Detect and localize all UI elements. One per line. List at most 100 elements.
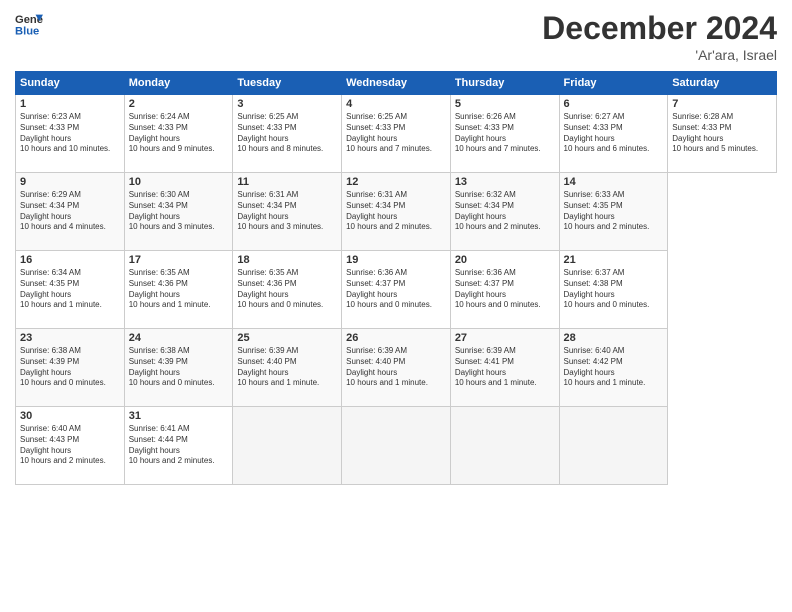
day-cell-18: 18 Sunrise: 6:35 AMSunset: 4:36 PMDayligh… — [233, 251, 342, 329]
day-number: 28 — [564, 332, 664, 344]
col-header-monday: Monday — [124, 72, 233, 95]
day-info: Sunrise: 6:37 AMSunset: 4:38 PMDaylight … — [564, 268, 664, 311]
empty-cell — [450, 407, 559, 485]
col-header-sunday: Sunday — [16, 72, 125, 95]
day-info: Sunrise: 6:29 AMSunset: 4:34 PMDaylight … — [20, 190, 120, 233]
day-info: Sunrise: 6:25 AMSunset: 4:33 PMDaylight … — [346, 112, 446, 155]
day-info: Sunrise: 6:39 AMSunset: 4:40 PMDaylight … — [237, 346, 337, 389]
col-header-thursday: Thursday — [450, 72, 559, 95]
day-info: Sunrise: 6:28 AMSunset: 4:33 PMDaylight … — [672, 112, 772, 155]
col-header-saturday: Saturday — [668, 72, 777, 95]
day-cell-10: 10 Sunrise: 6:30 AMSunset: 4:34 PMDayligh… — [124, 173, 233, 251]
day-cell-25: 25 Sunrise: 6:39 AMSunset: 4:40 PMDayligh… — [233, 329, 342, 407]
day-cell-11: 11 Sunrise: 6:31 AMSunset: 4:34 PMDayligh… — [233, 173, 342, 251]
day-number: 16 — [20, 254, 120, 266]
col-header-friday: Friday — [559, 72, 668, 95]
day-number: 3 — [237, 98, 337, 110]
day-cell-12: 12Sunrise: 6:31 AMSunset: 4:34 PMDayligh… — [342, 173, 451, 251]
day-number: 17 — [129, 254, 229, 266]
day-cell-19: 19Sunrise: 6:36 AMSunset: 4:37 PMDayligh… — [342, 251, 451, 329]
page: General Blue December 2024 'Ar'ara, Isra… — [0, 0, 792, 612]
logo-icon: General Blue — [15, 10, 43, 38]
col-header-wednesday: Wednesday — [342, 72, 451, 95]
day-cell-21: 21 Sunrise: 6:37 AMSunset: 4:38 PMDayligh… — [559, 251, 668, 329]
week-row-5: 30 Sunrise: 6:40 AMSunset: 4:43 PMDayligh… — [16, 407, 777, 485]
day-number: 21 — [564, 254, 664, 266]
empty-cell — [233, 407, 342, 485]
day-info: Sunrise: 6:35 AMSunset: 4:36 PMDaylight … — [237, 268, 337, 311]
day-cell-1: 1 Sunrise: 6:23 AMSunset: 4:33 PMDaylight… — [16, 95, 125, 173]
day-info: Sunrise: 6:40 AMSunset: 4:42 PMDaylight … — [564, 346, 664, 389]
day-info: Sunrise: 6:34 AMSunset: 4:35 PMDaylight … — [20, 268, 120, 311]
day-cell-24: 24 Sunrise: 6:38 AMSunset: 4:39 PMDayligh… — [124, 329, 233, 407]
day-number: 1 — [20, 98, 120, 110]
day-info: Sunrise: 6:32 AMSunset: 4:34 PMDaylight … — [455, 190, 555, 233]
week-row-2: 9 Sunrise: 6:29 AMSunset: 4:34 PMDaylight… — [16, 173, 777, 251]
empty-cell — [559, 407, 668, 485]
month-title: December 2024 — [542, 10, 777, 47]
day-cell-13: 13 Sunrise: 6:32 AMSunset: 4:34 PMDayligh… — [450, 173, 559, 251]
day-info: Sunrise: 6:39 AMSunset: 4:41 PMDaylight … — [455, 346, 555, 389]
day-cell-17: 17Sunrise: 6:35 AMSunset: 4:36 PMDayligh… — [124, 251, 233, 329]
day-number: 31 — [129, 410, 229, 422]
day-cell-2: 2 Sunrise: 6:24 AMSunset: 4:33 PMDaylight… — [124, 95, 233, 173]
day-number: 14 — [564, 176, 664, 188]
day-cell-14: 14 Sunrise: 6:33 AMSunset: 4:35 PMDayligh… — [559, 173, 668, 251]
day-number: 19 — [346, 254, 446, 266]
day-info: Sunrise: 6:36 AMSunset: 4:37 PMDaylight … — [455, 268, 555, 311]
day-cell-3: 3 Sunrise: 6:25 AMSunset: 4:33 PMDaylight… — [233, 95, 342, 173]
svg-text:Blue: Blue — [15, 25, 39, 37]
week-row-1: 1 Sunrise: 6:23 AMSunset: 4:33 PMDaylight… — [16, 95, 777, 173]
day-number: 20 — [455, 254, 555, 266]
location: 'Ar'ara, Israel — [542, 47, 777, 63]
day-number: 27 — [455, 332, 555, 344]
day-info: Sunrise: 6:24 AMSunset: 4:33 PMDaylight … — [129, 112, 229, 155]
calendar-table: SundayMondayTuesdayWednesdayThursdayFrid… — [15, 71, 777, 485]
day-number: 11 — [237, 176, 337, 188]
day-info: Sunrise: 6:33 AMSunset: 4:35 PMDaylight … — [564, 190, 664, 233]
week-row-4: 23 Sunrise: 6:38 AMSunset: 4:39 PMDayligh… — [16, 329, 777, 407]
day-cell-5: 5 Sunrise: 6:26 AMSunset: 4:33 PMDaylight… — [450, 95, 559, 173]
day-info: Sunrise: 6:31 AMSunset: 4:34 PMDaylight … — [237, 190, 337, 233]
day-cell-20: 20 Sunrise: 6:36 AMSunset: 4:37 PMDayligh… — [450, 251, 559, 329]
day-cell-9: 9 Sunrise: 6:29 AMSunset: 4:34 PMDaylight… — [16, 173, 125, 251]
day-info: Sunrise: 6:39 AMSunset: 4:40 PMDaylight … — [346, 346, 446, 389]
day-number: 18 — [237, 254, 337, 266]
day-info: Sunrise: 6:41 AMSunset: 4:44 PMDaylight … — [129, 424, 229, 467]
day-info: Sunrise: 6:23 AMSunset: 4:33 PMDaylight … — [20, 112, 120, 155]
week-row-3: 16 Sunrise: 6:34 AMSunset: 4:35 PMDayligh… — [16, 251, 777, 329]
day-cell-31: 31 Sunrise: 6:41 AMSunset: 4:44 PMDayligh… — [124, 407, 233, 485]
day-info: Sunrise: 6:38 AMSunset: 4:39 PMDaylight … — [129, 346, 229, 389]
day-number: 10 — [129, 176, 229, 188]
logo: General Blue — [15, 10, 47, 38]
day-info: Sunrise: 6:40 AMSunset: 4:43 PMDaylight … — [20, 424, 120, 467]
day-number: 30 — [20, 410, 120, 422]
day-number: 23 — [20, 332, 120, 344]
day-cell-30: 30 Sunrise: 6:40 AMSunset: 4:43 PMDayligh… — [16, 407, 125, 485]
day-number: 5 — [455, 98, 555, 110]
day-number: 13 — [455, 176, 555, 188]
day-cell-23: 23 Sunrise: 6:38 AMSunset: 4:39 PMDayligh… — [16, 329, 125, 407]
day-number: 26 — [346, 332, 446, 344]
col-header-tuesday: Tuesday — [233, 72, 342, 95]
day-info: Sunrise: 6:38 AMSunset: 4:39 PMDaylight … — [20, 346, 120, 389]
day-info: Sunrise: 6:30 AMSunset: 4:34 PMDaylight … — [129, 190, 229, 233]
day-number: 25 — [237, 332, 337, 344]
title-area: December 2024 'Ar'ara, Israel — [542, 10, 777, 63]
header: General Blue December 2024 'Ar'ara, Isra… — [15, 10, 777, 63]
day-number: 24 — [129, 332, 229, 344]
day-cell-26: 26 Sunrise: 6:39 AMSunset: 4:40 PMDayligh… — [342, 329, 451, 407]
day-info: Sunrise: 6:25 AMSunset: 4:33 PMDaylight … — [237, 112, 337, 155]
empty-cell — [342, 407, 451, 485]
day-number: 6 — [564, 98, 664, 110]
day-cell-16: 16 Sunrise: 6:34 AMSunset: 4:35 PMDayligh… — [16, 251, 125, 329]
day-info: Sunrise: 6:31 AMSunset: 4:34 PMDaylight … — [346, 190, 446, 233]
day-info: Sunrise: 6:26 AMSunset: 4:33 PMDaylight … — [455, 112, 555, 155]
day-cell-28: 28 Sunrise: 6:40 AMSunset: 4:42 PMDayligh… — [559, 329, 668, 407]
day-cell-4: 4 Sunrise: 6:25 AMSunset: 4:33 PMDaylight… — [342, 95, 451, 173]
day-number: 4 — [346, 98, 446, 110]
day-cell-27: 27 Sunrise: 6:39 AMSunset: 4:41 PMDayligh… — [450, 329, 559, 407]
day-number: 9 — [20, 176, 120, 188]
day-cell-6: 6Sunrise: 6:27 AMSunset: 4:33 PMDaylight… — [559, 95, 668, 173]
day-number: 2 — [129, 98, 229, 110]
